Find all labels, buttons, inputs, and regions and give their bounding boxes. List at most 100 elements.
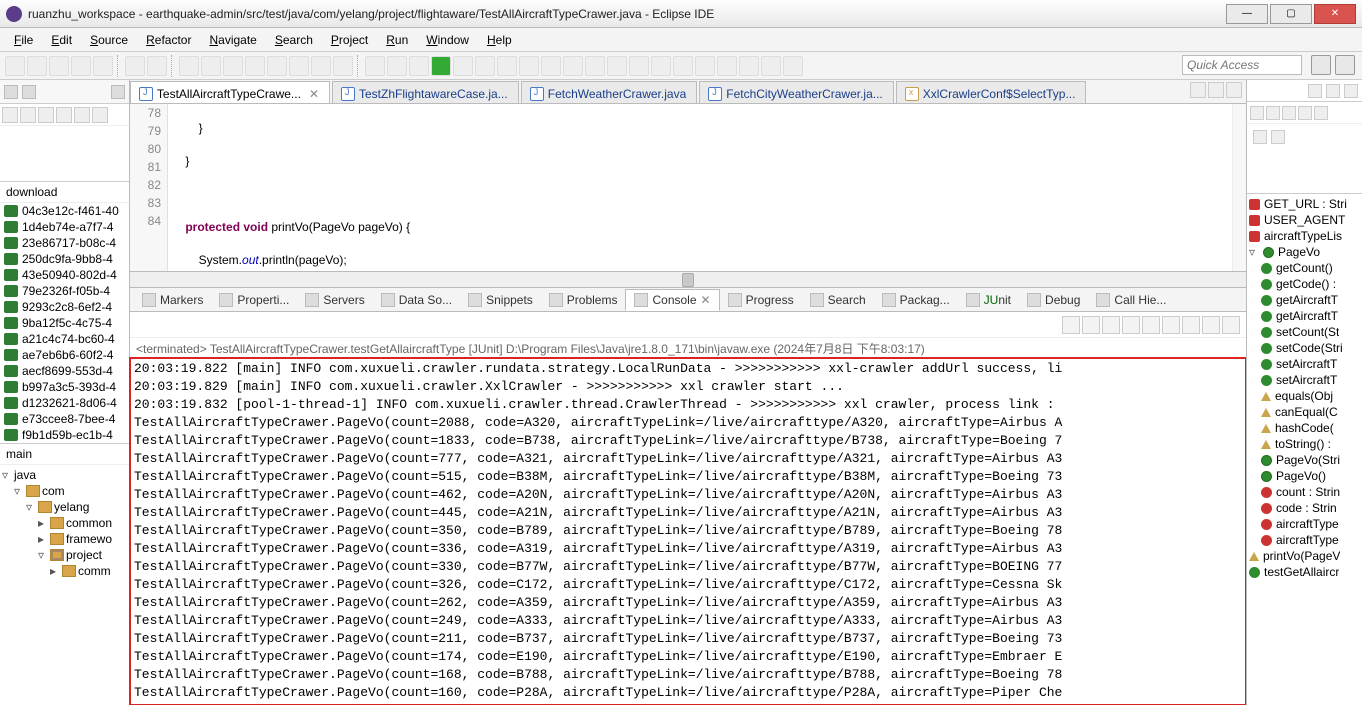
toolbar-button[interactable]: [245, 56, 265, 76]
outline-item[interactable]: ▿PageVo: [1249, 244, 1360, 260]
outline-item[interactable]: USER_AGENT: [1249, 212, 1360, 228]
toolbar-button[interactable]: [147, 56, 167, 76]
view-tab-problems[interactable]: Problems: [541, 290, 626, 310]
minimize-button[interactable]: —: [1226, 4, 1268, 24]
menu-navigate[interactable]: Navigate: [201, 31, 264, 49]
tree-caret-icon[interactable]: ▿: [26, 500, 36, 514]
tree-caret-icon[interactable]: ▸: [38, 516, 48, 530]
file-item[interactable]: 43e50940-802d-4: [0, 267, 129, 283]
editor-tab[interactable]: FetchCityWeatherCrawer.ja...: [699, 81, 894, 103]
pin-console-icon[interactable]: [1182, 316, 1200, 334]
toolbar-button[interactable]: [629, 56, 649, 76]
toolbar-button[interactable]: [409, 56, 429, 76]
outline-item[interactable]: count : Strin: [1249, 484, 1360, 500]
view-tab-console[interactable]: Console ✕: [625, 289, 719, 311]
terminate-icon[interactable]: [1062, 316, 1080, 334]
outline-view[interactable]: GET_URL : StriUSER_AGENTaircraftTypeLis▿…: [1247, 194, 1362, 705]
menu-project[interactable]: Project: [323, 31, 376, 49]
menu-file[interactable]: File: [6, 31, 41, 49]
toolbar-button[interactable]: [541, 56, 561, 76]
hide-static-icon[interactable]: [1298, 106, 1312, 120]
file-item[interactable]: f9b1d59b-ec1b-4: [0, 427, 129, 443]
file-item[interactable]: 9293c2c8-6ef2-4: [0, 299, 129, 315]
editor-tab[interactable]: FetchWeatherCrawer.java: [521, 81, 698, 103]
outline-item[interactable]: getCount(): [1249, 260, 1360, 276]
tree-caret-icon[interactable]: ▸: [38, 532, 48, 546]
file-item[interactable]: 79e2326f-f05b-4: [0, 283, 129, 299]
overview-ruler[interactable]: [1232, 104, 1246, 271]
menu-source[interactable]: Source: [82, 31, 136, 49]
tree-caret-icon[interactable]: ▿: [38, 548, 48, 562]
view-tab-search[interactable]: Search: [802, 290, 874, 310]
editor-area[interactable]: 78798081828384 } } protected void printV…: [130, 104, 1246, 272]
menu-search[interactable]: Search: [267, 31, 321, 49]
tab-close-icon[interactable]: ✕: [701, 293, 711, 307]
file-item[interactable]: b997a3c5-393d-4: [0, 379, 129, 395]
forward-icon[interactable]: [20, 107, 36, 123]
maximize-button[interactable]: ▢: [1270, 4, 1312, 24]
outline-item[interactable]: getAircraftT: [1249, 308, 1360, 324]
outline-item[interactable]: canEqual(C: [1249, 404, 1360, 420]
outline-item[interactable]: setCode(Stri: [1249, 340, 1360, 356]
outline-item[interactable]: aircraftType: [1249, 532, 1360, 548]
file-item[interactable]: aecf8699-553d-4: [0, 363, 129, 379]
toolbar-button[interactable]: [223, 56, 243, 76]
toolbar-button[interactable]: [125, 56, 145, 76]
toolbar-button[interactable]: [673, 56, 693, 76]
toolbar-button[interactable]: [651, 56, 671, 76]
view-icon[interactable]: [1308, 84, 1322, 98]
toolbar-button[interactable]: [311, 56, 331, 76]
toolbar-button[interactable]: [497, 56, 517, 76]
tree-node[interactable]: ▿com: [2, 483, 127, 499]
outline-item[interactable]: toString() :: [1249, 436, 1360, 452]
sort-icon[interactable]: [1250, 106, 1264, 120]
toolbar-button[interactable]: [695, 56, 715, 76]
file-item[interactable]: 250dc9fa-9bb8-4: [0, 251, 129, 267]
toolbar-button[interactable]: [761, 56, 781, 76]
toolbar-button[interactable]: [717, 56, 737, 76]
outline-item[interactable]: GET_URL : Stri: [1249, 196, 1360, 212]
outline-caret-icon[interactable]: ▿: [1249, 245, 1259, 259]
tree-node[interactable]: ▸framewo: [2, 531, 127, 547]
tree-node[interactable]: ▿project: [2, 547, 127, 563]
toolbar-button[interactable]: [201, 56, 221, 76]
editor-hscrollbar[interactable]: [130, 272, 1246, 288]
outline-item[interactable]: getAircraftT: [1249, 292, 1360, 308]
toolbar-button[interactable]: [607, 56, 627, 76]
tree-caret-icon[interactable]: ▿: [2, 468, 12, 482]
file-item[interactable]: 04c3e12c-f461-40: [0, 203, 129, 219]
file-item[interactable]: e73ccee8-7bee-4: [0, 411, 129, 427]
file-item[interactable]: 1d4eb74e-a7f7-4: [0, 219, 129, 235]
toolbar-button[interactable]: [563, 56, 583, 76]
toolbar-button[interactable]: [93, 56, 113, 76]
az-icon[interactable]: [1266, 106, 1280, 120]
file-item[interactable]: 9ba12f5c-4c75-4: [0, 315, 129, 331]
hide-fields-icon[interactable]: [1282, 106, 1296, 120]
outline-item[interactable]: setAircraftT: [1249, 356, 1360, 372]
toolbar-button[interactable]: [475, 56, 495, 76]
toolbar-icon[interactable]: [1271, 130, 1285, 144]
view-tab-junit[interactable]: JUnit: [958, 290, 1019, 310]
view-tab-properti[interactable]: Properti...: [211, 290, 297, 310]
outline-item[interactable]: testGetAllaircr: [1249, 564, 1360, 580]
file-item[interactable]: ae7eb6b6-60f2-4: [0, 347, 129, 363]
remove-all-icon[interactable]: [1102, 316, 1120, 334]
tab-close-icon[interactable]: ✕: [309, 87, 319, 101]
view-tab-progress[interactable]: Progress: [720, 290, 802, 310]
toolbar-button[interactable]: [49, 56, 69, 76]
menu-edit[interactable]: Edit: [43, 31, 80, 49]
minimize-icon[interactable]: [1208, 82, 1224, 98]
show-list-icon[interactable]: [1190, 82, 1206, 98]
view-tab-packag[interactable]: Packag...: [874, 290, 958, 310]
clear-console-icon[interactable]: [1122, 316, 1140, 334]
minimize-icon[interactable]: [1326, 84, 1340, 98]
menu-run[interactable]: Run: [378, 31, 416, 49]
filter-icon[interactable]: [74, 107, 90, 123]
toolbar-button[interactable]: [783, 56, 803, 76]
console-output[interactable]: 20:03:19.822 [main] INFO com.xuxueli.cra…: [130, 358, 1246, 705]
word-wrap-icon[interactable]: [1162, 316, 1180, 334]
toolbar-button[interactable]: [27, 56, 47, 76]
open-console-icon[interactable]: [1222, 316, 1240, 334]
toolbar-button[interactable]: [739, 56, 759, 76]
outline-item[interactable]: printVo(PageV: [1249, 548, 1360, 564]
